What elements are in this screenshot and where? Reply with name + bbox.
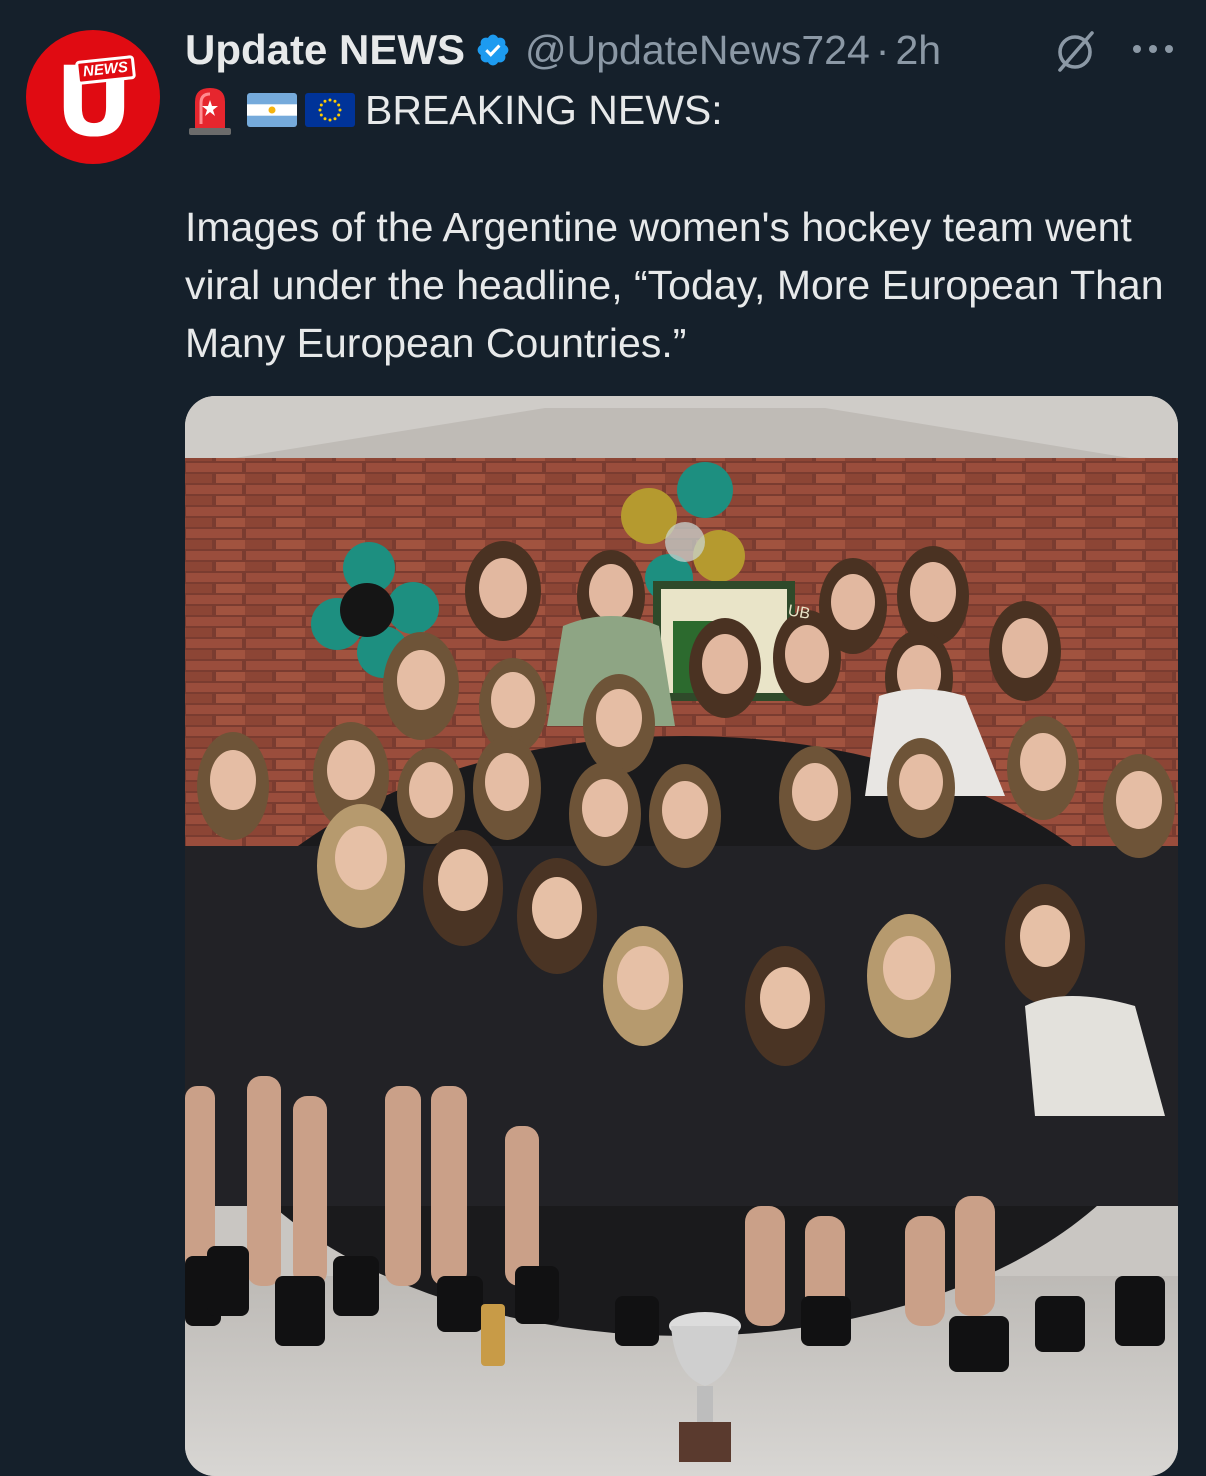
- timestamp[interactable]: 2h: [895, 27, 941, 74]
- police-light-emoji-icon: [189, 88, 231, 135]
- tweet-card[interactable]: U NEWS Update NEWS @UpdateNews724 · 2h B…: [0, 0, 1206, 1476]
- tweet-photo[interactable]: RUGBY CLUB: [185, 396, 1178, 1476]
- argentina-flag-emoji-icon: [247, 93, 297, 127]
- tweet-header: Update NEWS @UpdateNews724 · 2h: [185, 22, 941, 78]
- verified-badge-icon[interactable]: [475, 32, 511, 68]
- eu-flag-emoji-icon: [305, 93, 355, 127]
- grok-icon[interactable]: [1050, 28, 1100, 74]
- more-options-icon[interactable]: [1128, 32, 1178, 66]
- team-photo-illustration: RUGBY CLUB: [185, 396, 1178, 1476]
- tweet-body-text: Images of the Argentine women's hockey t…: [185, 204, 1164, 366]
- separator-dot: ·: [875, 26, 890, 73]
- author-handle[interactable]: @UpdateNews724: [525, 27, 870, 74]
- display-name[interactable]: Update NEWS: [185, 26, 465, 74]
- headline-line: BREAKING NEWS:: [185, 82, 723, 138]
- avatar[interactable]: U NEWS: [26, 30, 160, 164]
- headline-text: BREAKING NEWS:: [365, 86, 723, 133]
